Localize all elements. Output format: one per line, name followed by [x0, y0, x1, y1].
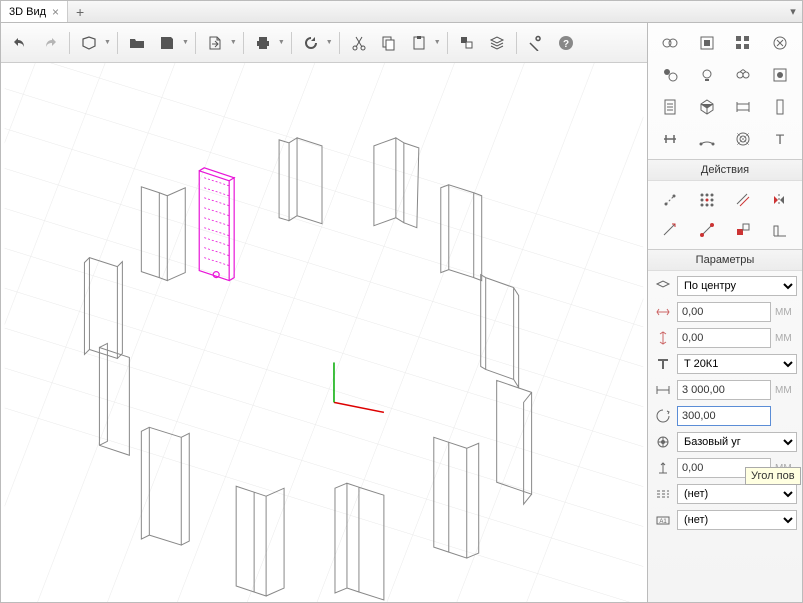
tool-column-icon[interactable] — [764, 93, 797, 121]
dropdown-icon[interactable]: ▼ — [182, 39, 189, 46]
svg-text:A1: A1 — [659, 519, 667, 525]
svg-text:?: ? — [563, 39, 569, 50]
profile-icon — [653, 354, 673, 374]
linestyle-select[interactable]: (нет) — [677, 484, 797, 504]
new-button[interactable] — [76, 30, 102, 56]
export-button[interactable] — [202, 30, 228, 56]
tool-section-icon[interactable] — [764, 61, 797, 89]
tool-camera-icon[interactable] — [727, 61, 760, 89]
params-panel: По центру ММ ММ T 20К1 — [648, 271, 802, 535]
tab-menu-button[interactable]: ▾ — [784, 5, 802, 18]
dropdown-icon[interactable]: ▼ — [230, 39, 237, 46]
viewport-column: ▼ ▼ ▼ ▼ ▼ ▼ — [1, 23, 647, 602]
print-button[interactable] — [250, 30, 276, 56]
stack-button[interactable] — [484, 30, 510, 56]
save-button[interactable] — [154, 30, 180, 56]
action-offset-icon[interactable] — [727, 187, 760, 213]
tool-render-icon[interactable] — [654, 61, 687, 89]
basepoint-select[interactable]: Базовый уг — [677, 432, 797, 452]
unit-label: ММ — [775, 307, 797, 318]
tab-label: 3D Вид — [9, 6, 46, 18]
help-button[interactable]: ? — [553, 30, 579, 56]
length-icon — [653, 380, 673, 400]
tool-dimension-icon[interactable] — [727, 93, 760, 121]
settings-button[interactable] — [523, 30, 549, 56]
close-icon[interactable]: × — [52, 5, 59, 19]
offset-x-icon — [653, 302, 673, 322]
dropdown-icon[interactable]: ▼ — [278, 39, 285, 46]
side-panel: T Действия Параметры По центру — [647, 23, 802, 602]
viewport-canvas — [1, 63, 647, 602]
angle-input[interactable] — [677, 406, 771, 426]
actions-panel-title: Действия — [648, 160, 802, 181]
profile-select[interactable]: T 20К1 — [677, 354, 797, 374]
copy-button[interactable] — [376, 30, 402, 56]
action-array-icon[interactable] — [691, 187, 724, 213]
main-toolbar: ▼ ▼ ▼ ▼ ▼ ▼ — [1, 23, 647, 63]
3d-viewport[interactable] — [1, 63, 647, 602]
dropdown-icon[interactable]: ▼ — [326, 39, 333, 46]
actions-grid — [648, 181, 802, 250]
dropdown-icon[interactable]: ▼ — [434, 39, 441, 46]
alignment-select[interactable]: По центру — [677, 276, 797, 296]
elevation-icon — [653, 458, 673, 478]
marking-select[interactable]: (нет) — [677, 510, 797, 530]
unit-label: ММ — [775, 333, 797, 344]
tool-isolate-icon[interactable] — [691, 29, 724, 57]
refresh-button[interactable] — [298, 30, 324, 56]
alignment-icon — [653, 276, 673, 296]
open-button[interactable] — [124, 30, 150, 56]
tooltip: Угол пов — [745, 467, 801, 485]
cut-button[interactable] — [346, 30, 372, 56]
tool-light-icon[interactable] — [691, 61, 724, 89]
params-panel-title: Параметры — [648, 250, 802, 271]
action-rotate-icon[interactable] — [691, 217, 724, 243]
dropdown-icon[interactable]: ▼ — [104, 39, 111, 46]
main-area: ▼ ▼ ▼ ▼ ▼ ▼ — [1, 23, 802, 602]
redo-button[interactable] — [37, 30, 63, 56]
action-move-icon[interactable] — [654, 217, 687, 243]
tool-materials-icon[interactable] — [764, 29, 797, 57]
linestyle-icon — [653, 484, 673, 504]
tool-sheet-icon[interactable] — [654, 93, 687, 121]
marking-icon: A1 — [653, 510, 673, 530]
tool-beam-icon[interactable] — [654, 125, 687, 153]
basepoint-icon — [653, 432, 673, 452]
action-point-snap-icon[interactable] — [654, 187, 687, 213]
length-input[interactable] — [677, 380, 771, 400]
add-tab-button[interactable]: + — [68, 4, 92, 20]
app-window: 3D Вид × + ▾ ▼ ▼ ▼ ▼ — [0, 0, 803, 603]
action-mirror-icon[interactable] — [764, 187, 797, 213]
layers-button[interactable] — [454, 30, 480, 56]
tool-arc-icon[interactable] — [691, 125, 724, 153]
paste-button[interactable] — [406, 30, 432, 56]
offset-y-icon — [653, 328, 673, 348]
angle-icon — [653, 406, 673, 426]
action-scale-icon[interactable] — [727, 217, 760, 243]
undo-button[interactable] — [7, 30, 33, 56]
tool-polyhedron-icon[interactable] — [691, 93, 724, 121]
tab-bar: 3D Вид × + ▾ — [1, 1, 802, 23]
svg-text:T: T — [775, 131, 784, 147]
tab-3d-view[interactable]: 3D Вид × — [1, 1, 68, 22]
tool-pattern-icon[interactable] — [727, 125, 760, 153]
offset-x-input[interactable] — [677, 302, 771, 322]
tool-grid-icon[interactable] — [727, 29, 760, 57]
action-align-icon[interactable] — [764, 217, 797, 243]
tool-text-icon[interactable]: T — [764, 125, 797, 153]
tool-palette: T — [648, 23, 802, 160]
tool-hatch-icon[interactable] — [654, 29, 687, 57]
unit-label: ММ — [775, 385, 797, 396]
offset-y-input[interactable] — [677, 328, 771, 348]
